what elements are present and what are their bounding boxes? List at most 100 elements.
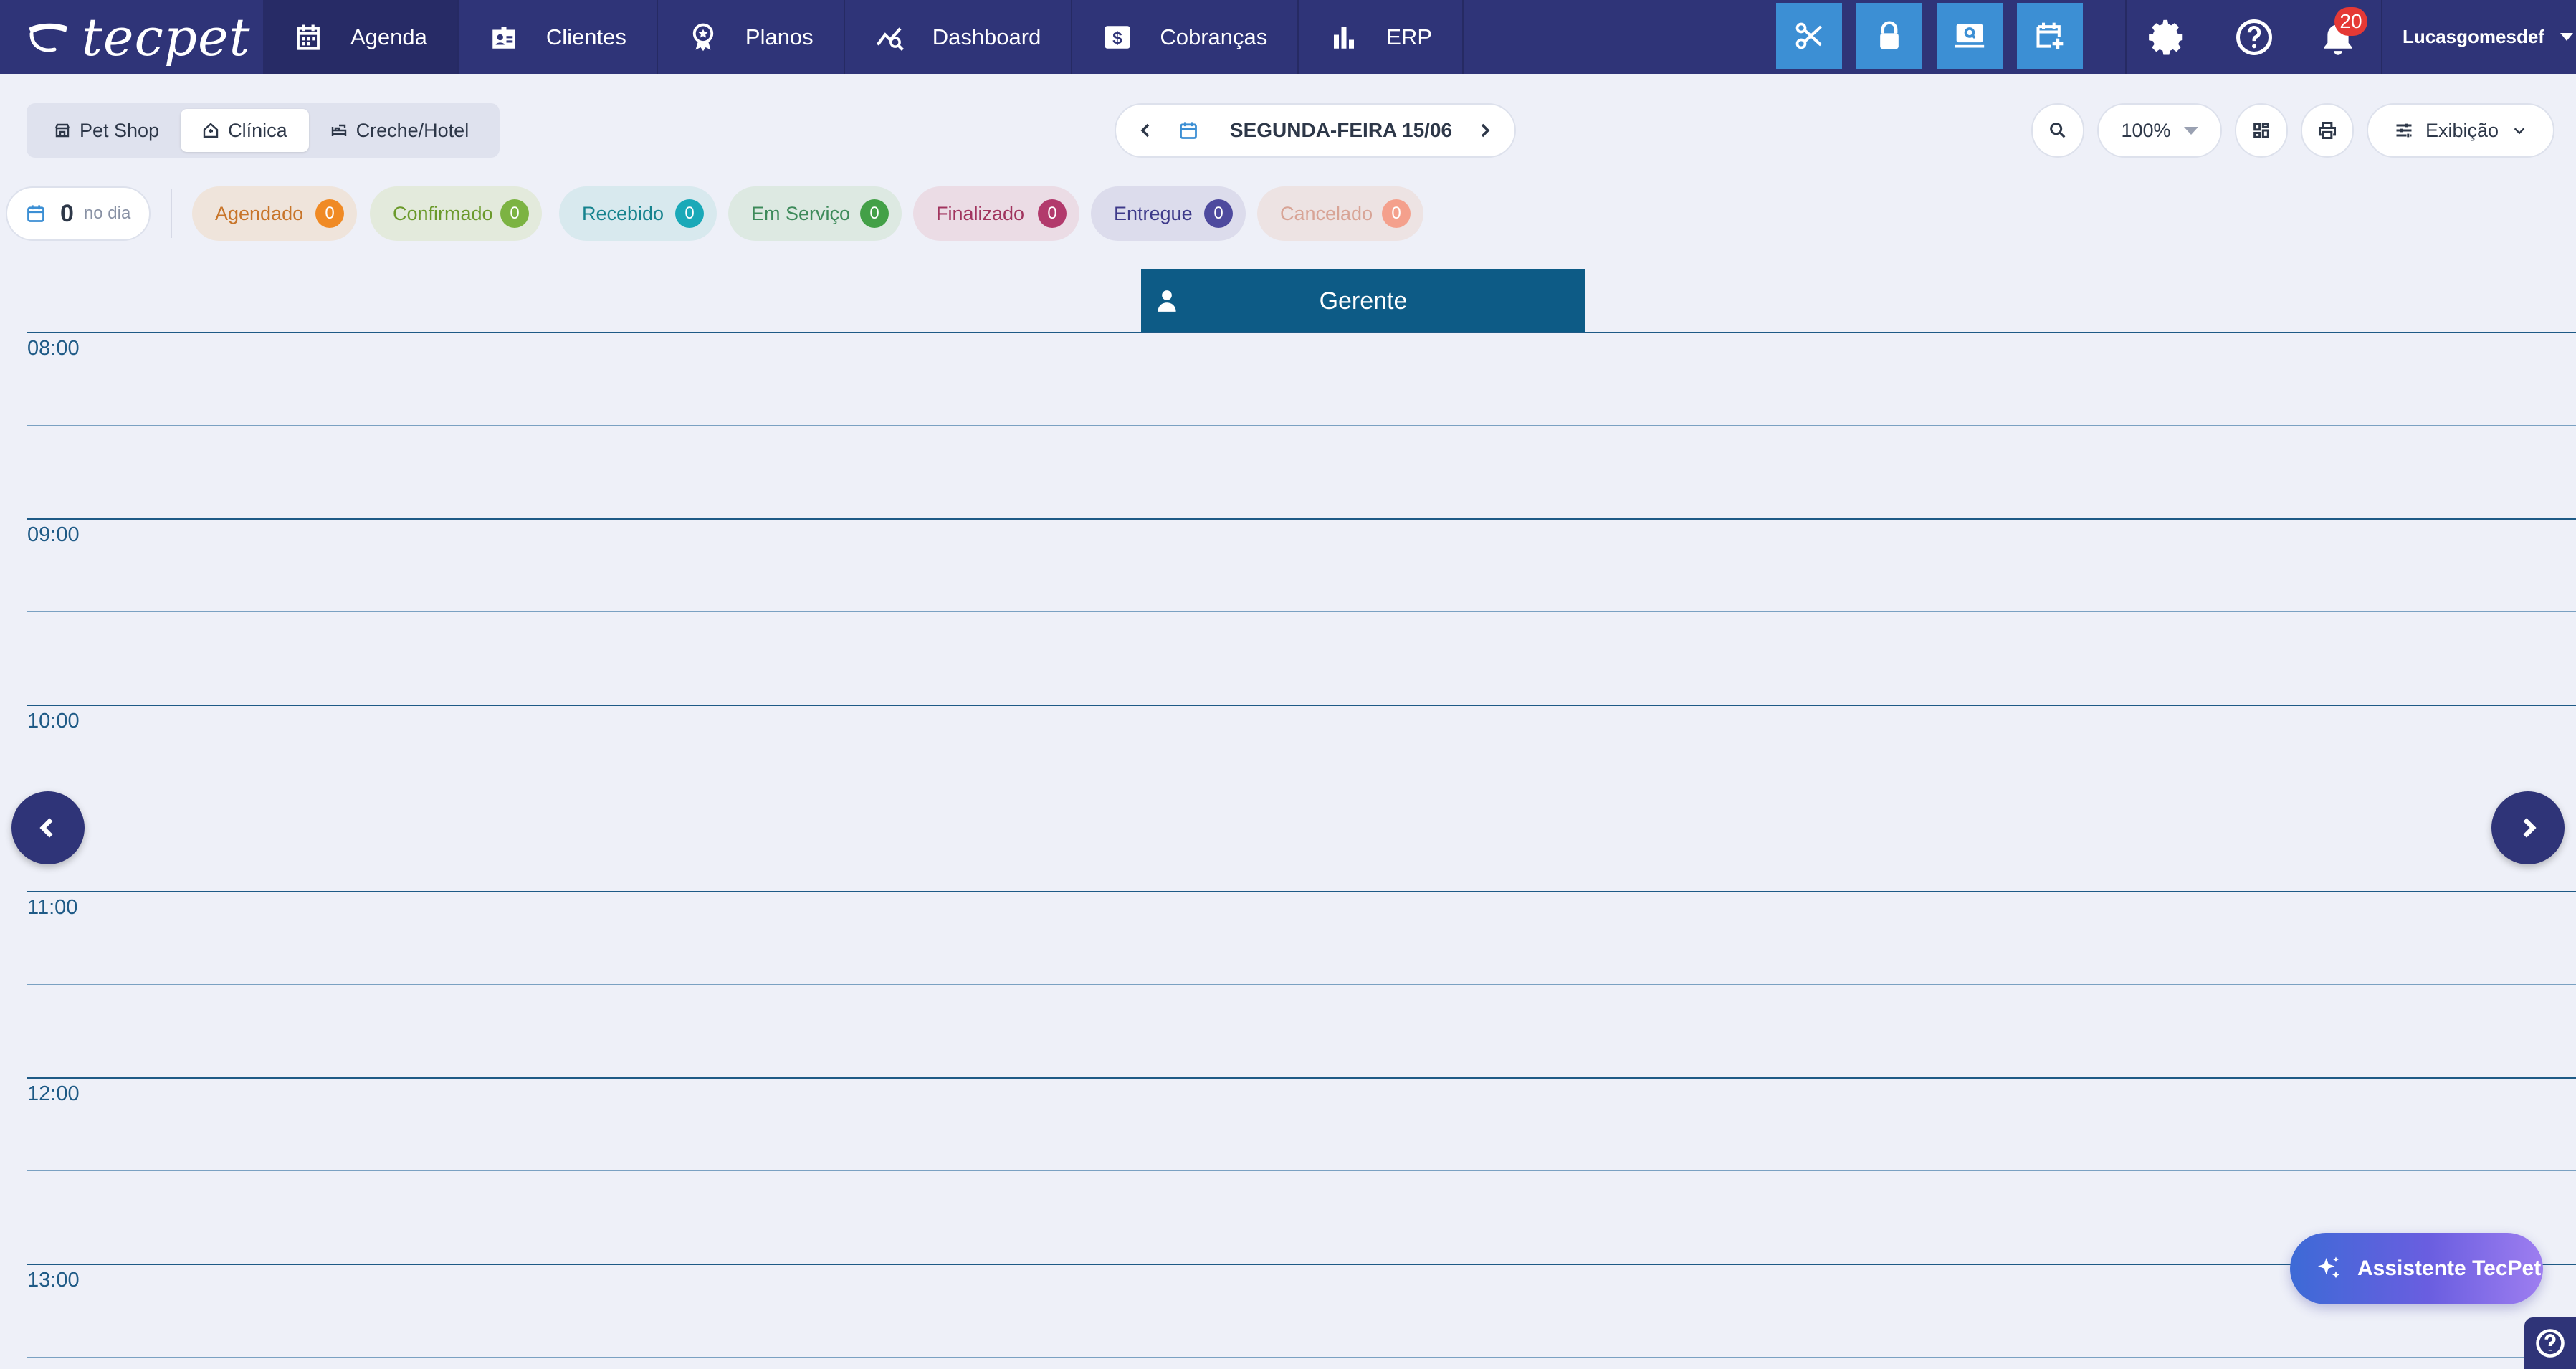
help-corner-button[interactable] (2524, 1317, 2576, 1369)
settings-button[interactable] (2146, 16, 2189, 59)
scroll-left-button[interactable] (11, 791, 85, 864)
screen-search-button[interactable] (1937, 3, 2003, 69)
status-filter-finalizado[interactable]: Finalizado 0 (913, 186, 1079, 241)
calendar-icon (293, 22, 323, 52)
exibicao-label: Exibição (2425, 119, 2499, 141)
nav-erp-label: ERP (1386, 24, 1433, 49)
exibicao-dropdown[interactable]: Exibição (2367, 103, 2554, 158)
chevron-down-icon (2514, 128, 2525, 135)
current-date[interactable]: SEGUNDA-FEIRA 15/06 (1178, 119, 1452, 142)
hour-line (27, 1264, 2576, 1265)
segment-creche-hotel[interactable]: Creche/Hotel (309, 109, 491, 152)
status-label: Entregue (1114, 202, 1193, 224)
bed-icon (331, 124, 346, 136)
nav-clientes-label: Clientes (545, 24, 626, 49)
half-hour-line (27, 1357, 2576, 1358)
nav-cobrancas[interactable]: $ Cobranças (1072, 0, 1299, 74)
nav-cobrancas-label: Cobranças (1160, 24, 1268, 49)
status-filter-entregue[interactable]: Entregue 0 (1091, 186, 1246, 241)
svg-text:$: $ (1113, 28, 1123, 47)
help-button[interactable] (2233, 16, 2276, 59)
top-navbar: tecpet Agenda Clientes Planos Dashboard … (0, 0, 2576, 74)
scroll-right-button[interactable] (2491, 791, 2565, 864)
sliders-icon (2396, 123, 2412, 138)
time-label: 09:00 (27, 523, 80, 546)
status-label: Recebido (582, 202, 664, 224)
chevron-left-icon (1140, 123, 1150, 138)
lock-icon (1880, 21, 1899, 49)
half-hour-line (27, 611, 2576, 612)
calendar-add-icon (2036, 22, 2064, 49)
status-count-badge: 0 (1204, 199, 1233, 228)
date-navigator: SEGUNDA-FEIRA 15/06 (1115, 103, 1516, 158)
segment-clinica[interactable]: Clínica (181, 109, 309, 152)
status-label: Finalizado (936, 202, 1025, 224)
brand-logo[interactable]: tecpet (0, 0, 263, 74)
segment-pet-shop[interactable]: Pet Shop (32, 109, 181, 152)
segment-clinica-label: Clínica (228, 119, 287, 141)
search-button[interactable] (2031, 103, 2084, 158)
status-count-badge: 0 (860, 199, 889, 228)
status-filter-em-servico[interactable]: Em Serviço 0 (728, 186, 902, 241)
nav-dashboard-label: Dashboard (932, 24, 1041, 49)
scissors-button[interactable] (1776, 3, 1842, 69)
quick-actions (1776, 3, 2083, 69)
day-count-label: no dia (83, 204, 131, 223)
nav-agenda-label: Agenda (350, 24, 427, 49)
status-count-badge: 0 (500, 199, 529, 228)
printer-icon (2318, 121, 2337, 140)
assistant-label: Assistente TecPet (2357, 1256, 2542, 1280)
layout-toggle-button[interactable] (2235, 103, 2288, 158)
notification-count-badge: 20 (2334, 7, 2367, 36)
hour-line (27, 518, 2576, 520)
print-button[interactable] (2301, 103, 2354, 158)
time-label: 08:00 (27, 337, 80, 360)
screen-search-icon (1955, 24, 1985, 48)
zoom-select[interactable]: 100% (2097, 103, 2222, 158)
time-label: 13:00 (27, 1269, 80, 1292)
time-label: 11:00 (27, 896, 78, 919)
status-filter-confirmado[interactable]: Confirmado 0 (370, 186, 542, 241)
nav-divider (2381, 0, 2382, 74)
question-circle-icon (2536, 1329, 2565, 1358)
nav-planos[interactable]: Planos (658, 0, 845, 74)
nav-agenda[interactable]: Agenda (263, 0, 459, 74)
sparkles-icon (2318, 1256, 2339, 1279)
status-filter-cancelado[interactable]: Cancelado 0 (1257, 186, 1423, 241)
lock-button[interactable] (1856, 3, 1922, 69)
caret-down-icon (2183, 126, 2198, 135)
half-hour-line (27, 1170, 2576, 1171)
half-hour-line (27, 425, 2576, 426)
user-menu[interactable]: Lucasgomesdef (2403, 0, 2573, 74)
professional-column-header[interactable]: Gerente (1141, 269, 1585, 333)
scissors-icon (1795, 22, 1822, 49)
status-label: Confirmado (393, 202, 493, 224)
calendar-icon (1180, 122, 1197, 139)
status-filter-agendado[interactable]: Agendado 0 (192, 186, 357, 241)
next-day-button[interactable] (1476, 122, 1493, 139)
chevron-right-icon (2523, 818, 2537, 838)
assistant-button[interactable]: Assistente TecPet (2290, 1233, 2543, 1304)
hour-line (27, 705, 2576, 706)
calendar-icon (27, 205, 44, 222)
question-circle-icon (2236, 19, 2272, 55)
nav-dashboard[interactable]: Dashboard (845, 0, 1073, 74)
time-label: 12:00 (27, 1082, 80, 1105)
time-label: 10:00 (27, 710, 80, 733)
award-icon (688, 22, 718, 52)
calendar-add-button[interactable] (2017, 3, 2083, 69)
half-hour-line (27, 984, 2576, 985)
id-badge-icon (489, 22, 519, 52)
search-icon (2050, 123, 2066, 138)
clinic-icon (203, 123, 219, 138)
service-segment-control: Pet Shop Clínica Creche/Hotel (27, 103, 500, 158)
grid-layout-icon (2253, 123, 2269, 138)
nav-erp[interactable]: ERP (1299, 0, 1464, 74)
nav-clientes[interactable]: Clientes (459, 0, 658, 74)
hour-line (27, 891, 2576, 892)
previous-day-button[interactable] (1137, 122, 1155, 139)
status-filter-recebido[interactable]: Recebido 0 (559, 186, 717, 241)
status-label: Cancelado (1280, 202, 1373, 224)
nav-divider (2125, 0, 2127, 74)
current-date-label: SEGUNDA-FEIRA 15/06 (1229, 119, 1453, 141)
